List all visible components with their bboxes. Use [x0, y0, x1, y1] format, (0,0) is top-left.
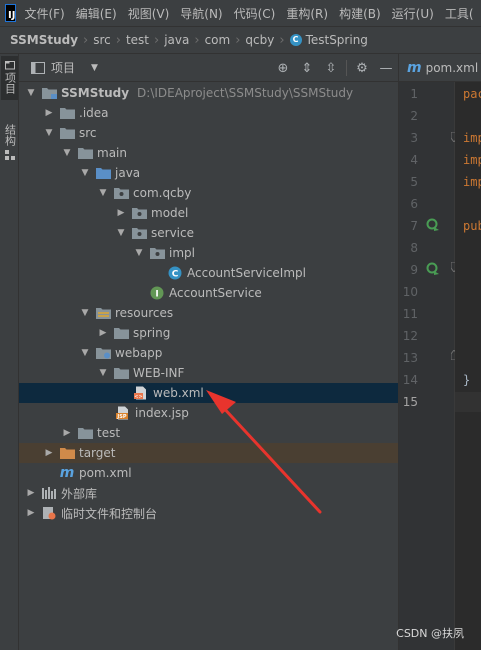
annotation-arrow-icon: [206, 390, 322, 514]
watermark: CSDN @扶夙: [396, 627, 464, 640]
